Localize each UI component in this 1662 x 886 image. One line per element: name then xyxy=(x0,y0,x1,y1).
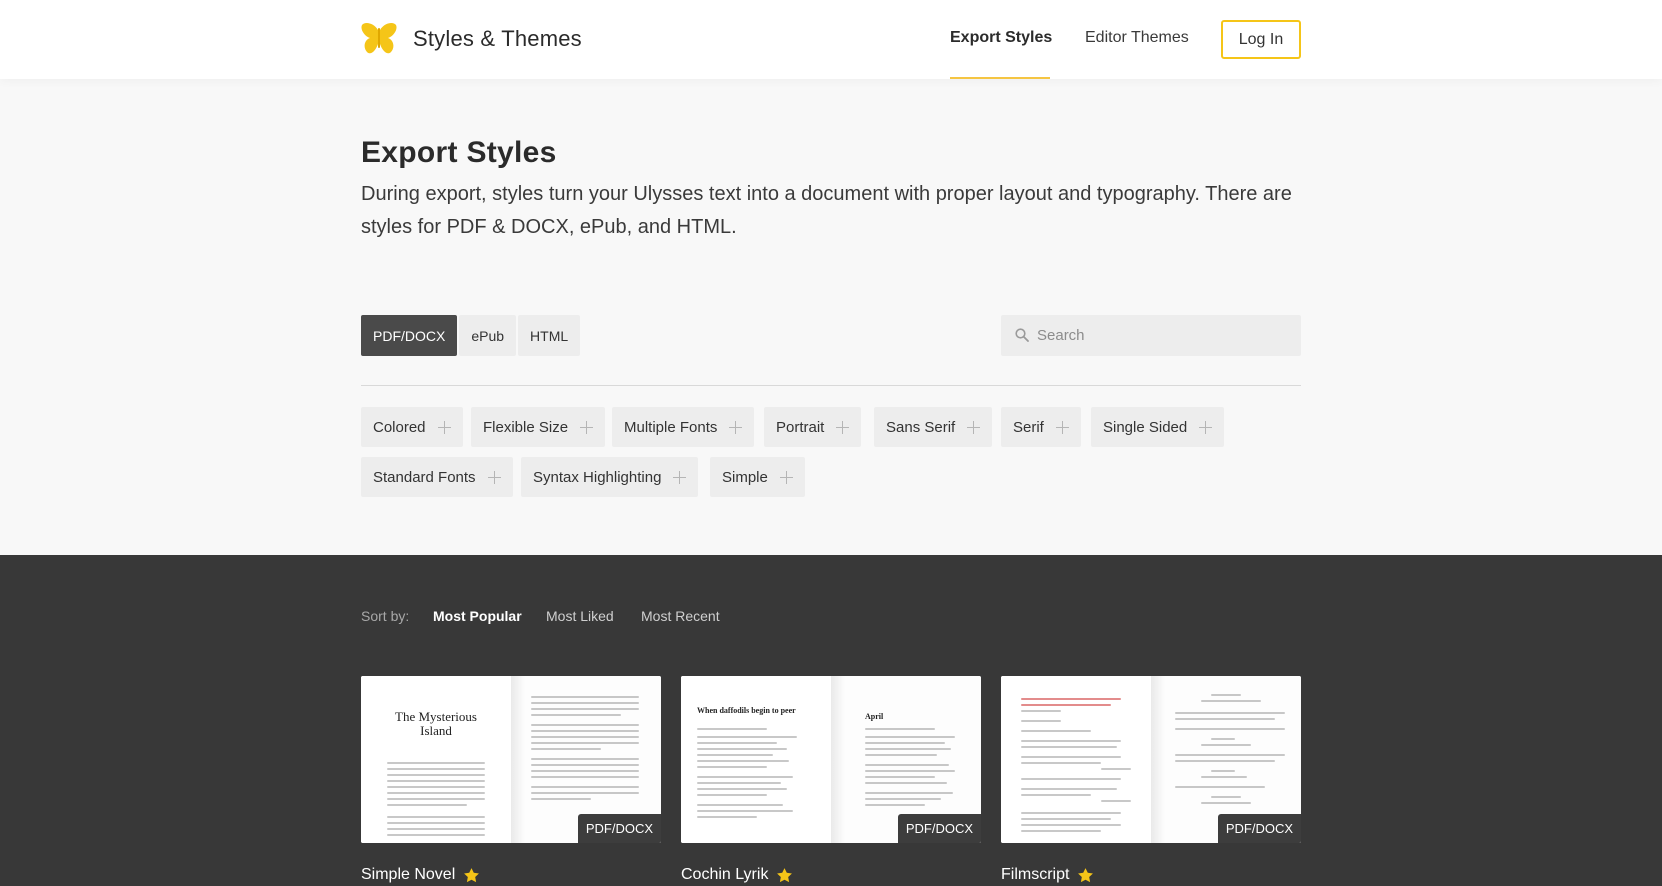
plus-icon xyxy=(1199,420,1213,434)
preview-page-left: When daffodils begin to peer xyxy=(681,676,831,843)
tab-html[interactable]: HTML xyxy=(518,315,581,356)
site-header: Styles & Themes Export Styles Editor The… xyxy=(0,0,1662,79)
tag-colored[interactable]: Colored xyxy=(361,407,463,447)
tag-label: Single Sided xyxy=(1103,418,1188,436)
plus-icon xyxy=(487,470,501,484)
tag-flexible-size[interactable]: Flexible Size xyxy=(471,407,606,447)
style-card-preview[interactable]: PDF/DOCX xyxy=(1001,676,1301,843)
tag-label: Serif xyxy=(1013,418,1044,436)
preview-title: April xyxy=(865,712,884,721)
tag-label: Portrait xyxy=(776,418,825,436)
style-card-preview[interactable]: When daffodils begin to peer April PDF/D… xyxy=(681,676,981,843)
star-icon xyxy=(777,867,793,882)
tag-serif[interactable]: Serif xyxy=(1001,407,1081,447)
plus-icon xyxy=(967,420,981,434)
format-tabs: PDF/DOCX ePub HTML xyxy=(361,315,581,356)
login-button[interactable]: Log In xyxy=(1221,20,1301,59)
tag-multiple-fonts[interactable]: Multiple Fonts xyxy=(612,407,755,447)
tag-label: Colored xyxy=(373,418,426,436)
preview-title: When daffodils begin to peer xyxy=(697,706,796,715)
style-name-link[interactable]: Cochin Lyrik xyxy=(681,866,793,884)
tag-label: Simple xyxy=(722,468,768,486)
tag-label: Flexible Size xyxy=(483,418,569,436)
sort-most-recent[interactable]: Most Recent xyxy=(641,608,720,624)
nav-editor-themes[interactable]: Editor Themes xyxy=(1085,29,1189,47)
tag-standard-fonts[interactable]: Standard Fonts xyxy=(361,457,513,497)
style-name-link[interactable]: Filmscript xyxy=(1001,866,1094,884)
format-badge: PDF/DOCX xyxy=(577,814,661,843)
tab-epub[interactable]: ePub xyxy=(459,315,517,356)
tag-sans-serif[interactable]: Sans Serif xyxy=(874,407,993,447)
tag-label: Syntax Highlighting xyxy=(533,468,662,486)
tag-single-sided[interactable]: Single Sided xyxy=(1091,407,1225,447)
preview-page-left: The Mysterious Island xyxy=(361,676,511,843)
style-name-link[interactable]: Simple Novel xyxy=(361,866,480,884)
format-badge: PDF/DOCX xyxy=(897,814,981,843)
sort-label: Sort by: xyxy=(361,608,410,624)
plus-icon xyxy=(437,420,451,434)
plus-icon xyxy=(729,420,743,434)
divider xyxy=(361,385,1301,386)
plus-icon xyxy=(1055,420,1069,434)
butterfly-icon[interactable] xyxy=(361,22,397,56)
site-title[interactable]: Styles & Themes xyxy=(413,26,582,52)
star-icon xyxy=(1078,867,1094,882)
preview-page-left xyxy=(1001,676,1151,843)
style-card-preview[interactable]: The Mysterious Island PDF/DOCX xyxy=(361,676,661,843)
plus-icon xyxy=(779,470,793,484)
tab-pdf-docx[interactable]: PDF/DOCX xyxy=(361,315,458,356)
plus-icon xyxy=(836,420,850,434)
search-box xyxy=(1001,315,1301,356)
search-input[interactable] xyxy=(1037,315,1292,356)
sort-most-liked[interactable]: Most Liked xyxy=(546,608,614,624)
style-name: Simple Novel xyxy=(361,866,456,883)
preview-title: The Mysterious Island xyxy=(395,709,477,738)
format-badge: PDF/DOCX xyxy=(1217,814,1301,843)
style-name: Cochin Lyrik xyxy=(681,866,769,883)
page-title: Export Styles xyxy=(361,136,557,169)
plus-icon xyxy=(673,470,687,484)
page-description: During export, styles turn your Ulysses … xyxy=(361,183,1292,238)
tag-simple[interactable]: Simple xyxy=(710,457,805,497)
tag-label: Multiple Fonts xyxy=(624,418,718,436)
nav-active-indicator xyxy=(950,77,1050,79)
tag-syntax-highlighting[interactable]: Syntax Highlighting xyxy=(521,457,699,497)
tag-label: Sans Serif xyxy=(886,418,956,436)
style-name: Filmscript xyxy=(1001,866,1070,883)
star-icon xyxy=(464,867,480,882)
tag-label: Standard Fonts xyxy=(373,468,476,486)
tag-portrait[interactable]: Portrait xyxy=(764,407,862,447)
nav-export-styles[interactable]: Export Styles xyxy=(950,29,1052,47)
sort-most-popular[interactable]: Most Popular xyxy=(433,608,522,624)
search-icon xyxy=(1015,328,1029,342)
plus-icon xyxy=(580,420,594,434)
